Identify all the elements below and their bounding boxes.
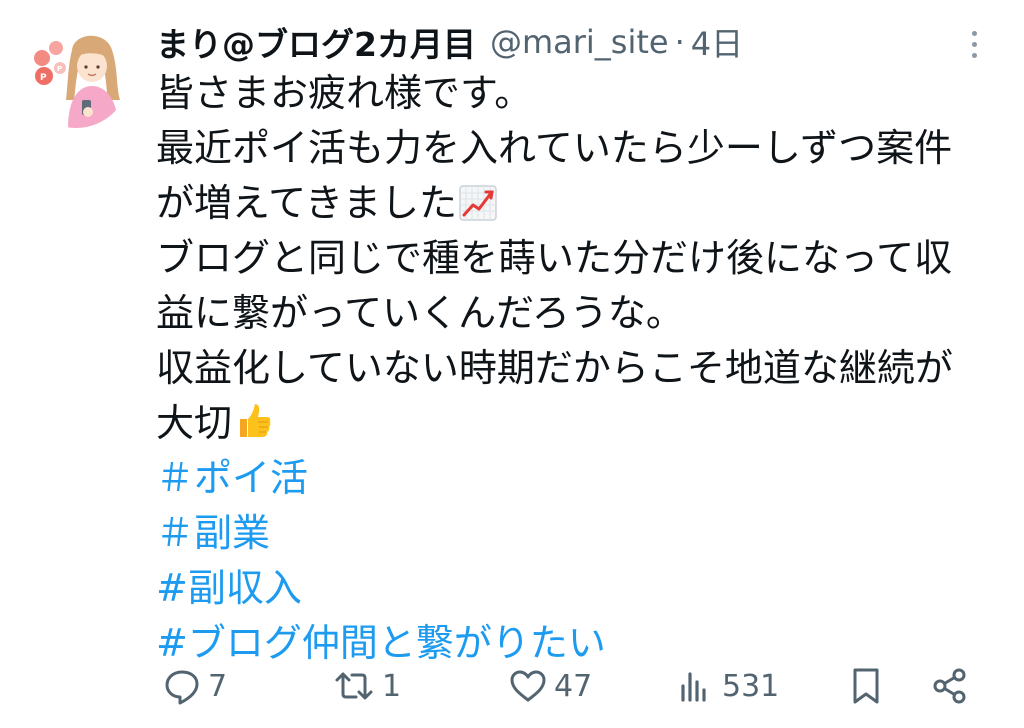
author-handle[interactable]: @mari_site — [490, 23, 669, 61]
heart-icon — [510, 670, 546, 702]
separator-dot: · — [674, 23, 685, 61]
hashtag-link[interactable]: ＃ポイ活 — [156, 456, 308, 500]
reply-button[interactable]: 7 — [162, 656, 227, 716]
tweet-line: 益に繋がっていくんだろうな。 — [156, 286, 1006, 341]
tweet-timestamp[interactable]: 4日 — [691, 19, 743, 65]
hashtag-line: #副収入 — [156, 561, 1006, 616]
hashtag-line: ＃副業 — [156, 506, 1006, 561]
retweet-icon — [335, 672, 373, 700]
reply-count: 7 — [208, 668, 228, 704]
author-display-name[interactable]: まり@ブログ2カ月目 — [156, 18, 476, 66]
more-dot-icon — [971, 30, 977, 36]
tweet-line-text: が増えてきました — [156, 181, 457, 225]
hashtag-line: ＃ポイ活 — [156, 451, 1006, 506]
retweet-count: 1 — [382, 668, 402, 704]
hashtag-link[interactable]: ＃副業 — [156, 511, 270, 555]
tweet-line: 最近ポイ活も力を入れていたら少ーしずつ案件 — [156, 121, 1006, 176]
more-dot-icon — [971, 52, 977, 58]
thumbs-up-icon — [234, 401, 274, 456]
tweet-line: 収益化していない時期だからこそ地道な継続が — [156, 341, 1006, 396]
avatar-illustration: P P — [22, 20, 130, 128]
more-dot-icon — [971, 41, 977, 47]
tweet-line: ブログと同じで種を蒔いた分だけ後になって収 — [156, 231, 1006, 286]
tweet-line: が増えてきました — [156, 176, 1006, 231]
chart-increasing-icon — [459, 181, 497, 236]
avatar[interactable]: P P — [22, 20, 130, 128]
hashtag-link[interactable]: #副収入 — [156, 566, 302, 610]
like-button[interactable]: 47 — [508, 656, 592, 716]
views-button[interactable]: 531 — [676, 656, 779, 716]
tweet-text: 皆さまお疲れ様です。 最近ポイ活も力を入れていたら少ーしずつ案件 が増えてきまし… — [156, 66, 1006, 671]
share-icon — [933, 668, 966, 704]
tweet-line-text: 益に繋がっていくんだろうな。 — [156, 291, 684, 335]
views-chart-icon — [681, 672, 706, 702]
tweet-line-text: 最近ポイ活も力を入れていたら少ーしずつ案件 — [156, 126, 953, 170]
bookmark-icon — [853, 668, 879, 704]
reply-icon — [165, 670, 199, 705]
tweet-line: 皆さまお疲れ様です。 — [156, 66, 1006, 121]
bookmark-button[interactable] — [846, 656, 886, 716]
svg-text:P: P — [57, 65, 62, 73]
tweet-action-bar: 7 1 47 531 — [156, 656, 996, 720]
tweet-line-text: ブログと同じで種を蒔いた分だけ後になって収 — [156, 236, 953, 280]
tweet-header: まり@ブログ2カ月目 @mari_site · 4日 — [156, 14, 743, 70]
tweet-line: 大切 — [156, 396, 1006, 451]
views-count: 531 — [722, 668, 780, 704]
share-button[interactable] — [930, 656, 970, 716]
tweet-line-text: 収益化していない時期だからこそ地道な継続が — [156, 346, 953, 390]
retweet-button[interactable]: 1 — [332, 656, 401, 716]
tweet-card[interactable]: P P まり@ブログ2カ月目 @mari_site · 4日 皆さまお疲れ様です… — [0, 0, 1024, 728]
more-options-button[interactable] — [956, 22, 992, 66]
tweet-line-text: 大切 — [156, 401, 233, 445]
svg-text:P: P — [40, 73, 47, 83]
like-count: 47 — [554, 668, 593, 704]
tweet-line-text: 皆さまお疲れ様です。 — [156, 71, 533, 115]
